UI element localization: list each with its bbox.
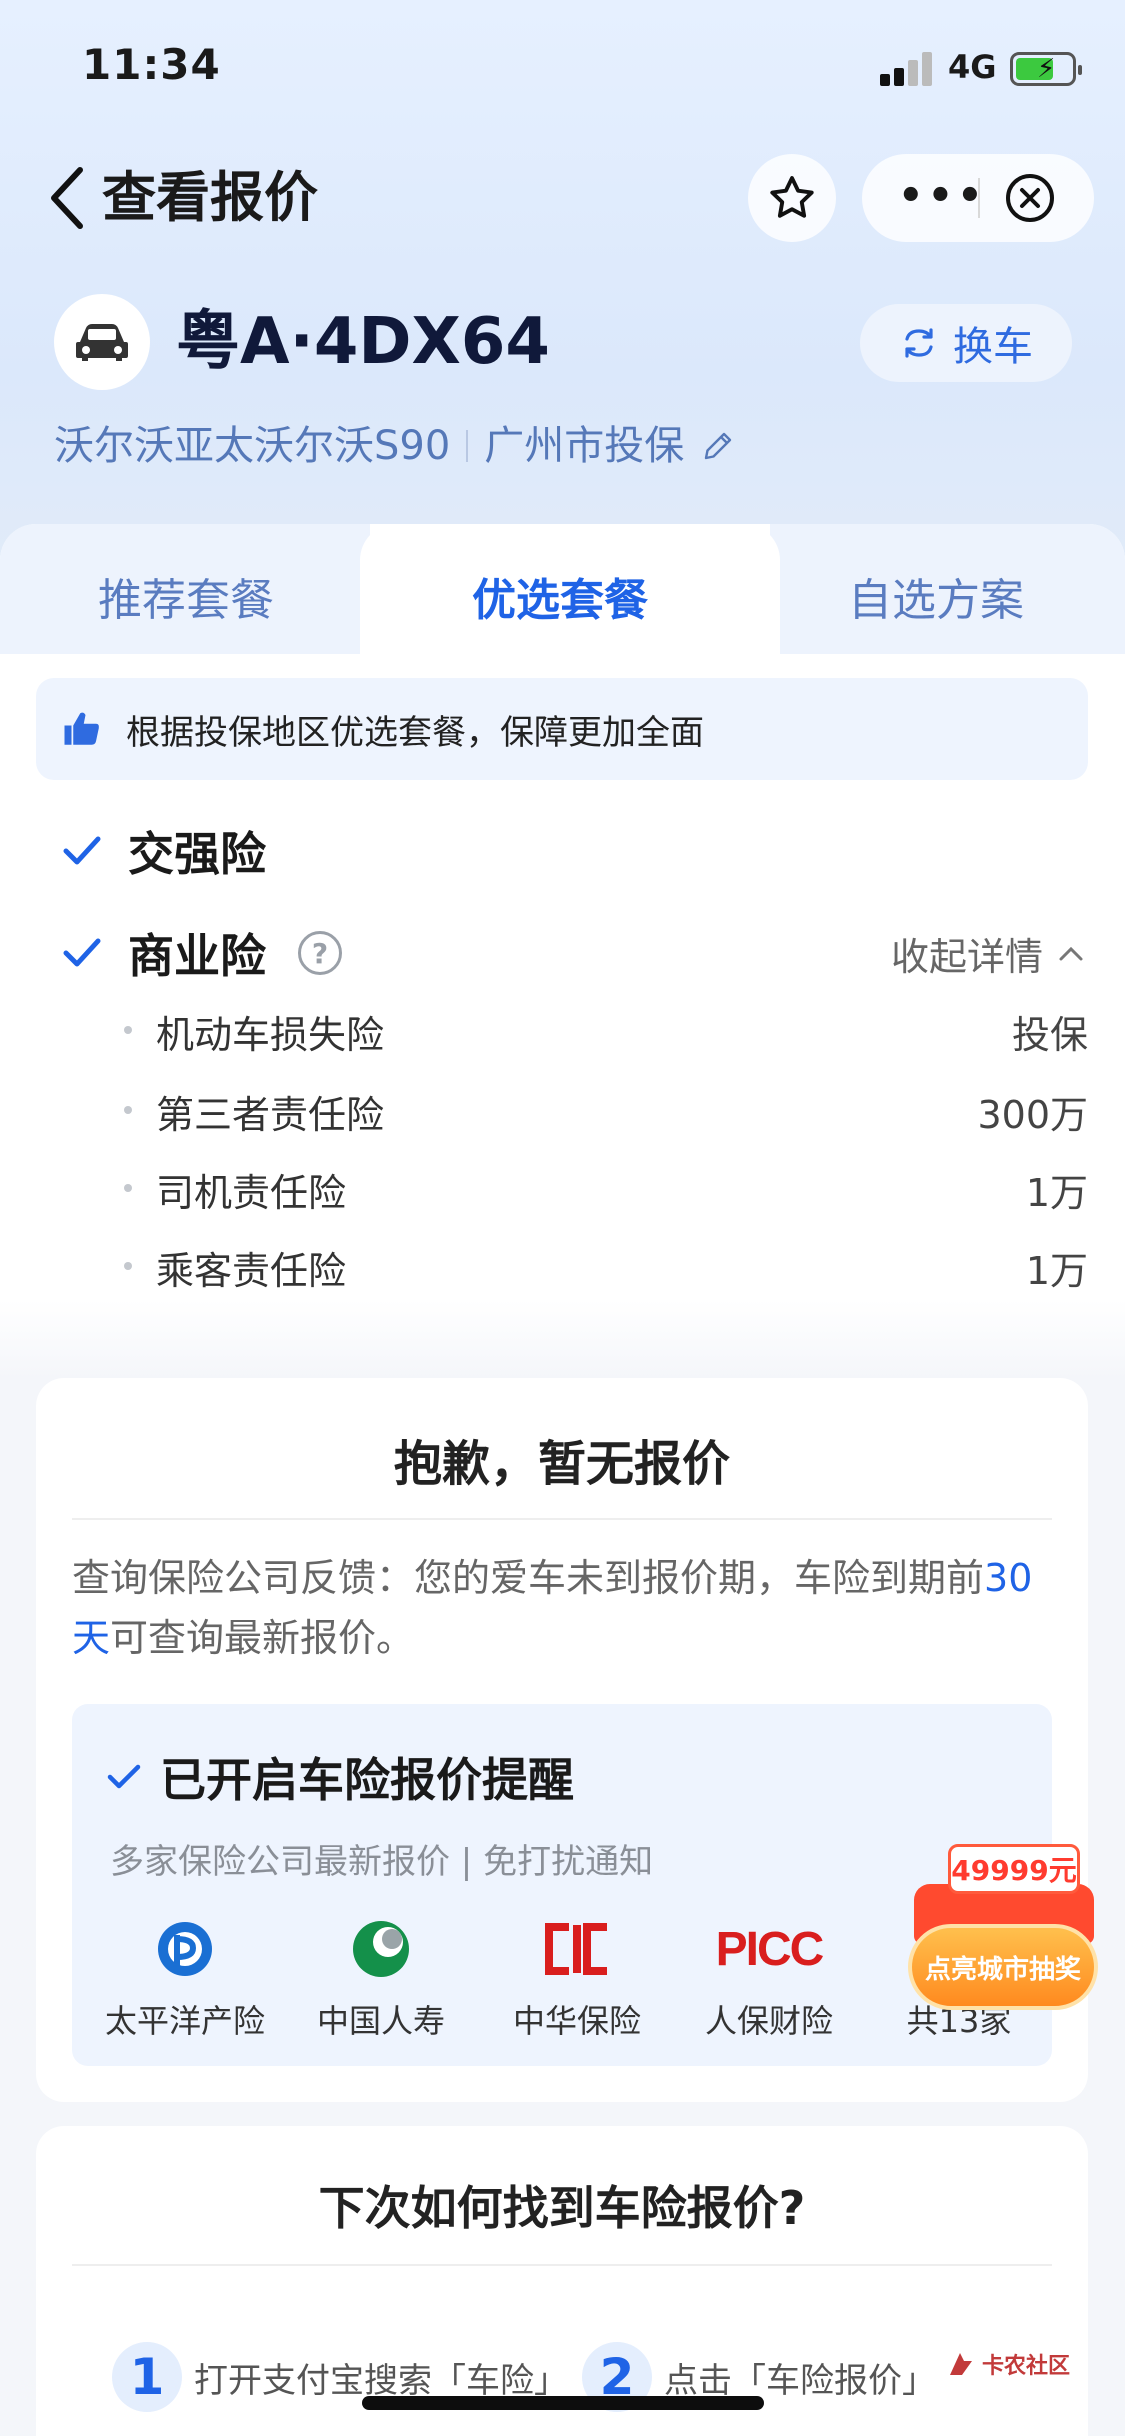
insurer-cic: 中华保险 xyxy=(482,1914,672,2042)
bullet xyxy=(124,1262,132,1270)
bullet xyxy=(124,1026,132,1034)
insurer-picc: PICC 人保财险 xyxy=(674,1914,864,2042)
collapse-details-button[interactable]: 收起详情 xyxy=(891,926,1085,981)
status-time: 11:34 xyxy=(82,40,221,89)
coverage-item-name: 机动车损失险 xyxy=(156,1013,385,1057)
insurer-name: 中华保险 xyxy=(512,2002,641,2040)
desc-text: 查询保险公司反馈：您的爱车未到报价期，车险到期前 xyxy=(72,1556,985,1600)
coverage-item: 司机责任险 1万 xyxy=(124,1162,1088,1217)
howto-title: 下次如何找到车险报价? xyxy=(318,2181,806,2235)
commercial-label: 商业险 xyxy=(128,929,266,983)
signal-icon xyxy=(880,52,940,86)
cpic-logo-icon xyxy=(158,1922,212,1976)
no-quote-desc: 查询保险公司反馈：您的爱车未到报价期，车险到期前30天可查询最新报价。 xyxy=(72,1548,1062,1668)
china-life-logo-icon xyxy=(353,1921,409,1977)
tip-banner: 根据投保地区优选套餐，保障更加全面 xyxy=(36,678,1088,780)
help-icon[interactable]: ? xyxy=(298,931,342,975)
star-icon xyxy=(770,176,814,218)
more-button[interactable]: ••• xyxy=(898,176,987,216)
tip-text: 根据投保地区优选套餐，保障更加全面 xyxy=(126,712,704,753)
tab-recommended[interactable]: 推荐套餐 xyxy=(98,564,274,628)
coverage-item: 乘客责任险 1万 xyxy=(124,1240,1088,1295)
coverage-item-value: 1万 xyxy=(1025,1171,1088,1215)
page-title: 查看报价 xyxy=(102,166,318,229)
tab-custom[interactable]: 自选方案 xyxy=(848,564,1024,628)
swap-icon xyxy=(905,328,933,358)
insure-location: 广州市投保 xyxy=(484,423,685,469)
check-icon xyxy=(63,938,101,967)
mini-program-capsule: ••• xyxy=(862,154,1094,242)
car-avatar xyxy=(54,294,150,390)
compulsory-label: 交强险 xyxy=(128,827,266,881)
coverage-item-name: 司机责任险 xyxy=(156,1171,347,1215)
promo-label: 点亮城市抽奖 xyxy=(908,1924,1098,2010)
section-fade xyxy=(0,1300,1125,1380)
watermark-logo-icon xyxy=(950,2353,972,2375)
bullet xyxy=(124,1106,132,1114)
commercial-row[interactable]: 商业险 ? xyxy=(60,920,342,986)
bullet xyxy=(124,1184,132,1192)
switch-car-button[interactable]: 换车 xyxy=(860,304,1072,382)
desc-text-end: 可查询最新报价。 xyxy=(110,1616,415,1660)
divider xyxy=(72,2264,1052,2266)
home-indicator xyxy=(362,2396,764,2410)
back-button[interactable] xyxy=(44,162,92,234)
reminder-header: 已开启车险报价提醒 xyxy=(106,1744,574,1810)
tab-preferred[interactable]: 优选套餐 xyxy=(472,564,648,628)
compulsory-row[interactable]: 交强险 xyxy=(60,818,266,884)
insurer-china-life: 中国人寿 xyxy=(286,1914,476,2042)
step-number: 1 xyxy=(112,2342,182,2412)
switch-car-label: 换车 xyxy=(953,324,1033,370)
chevron-up-icon xyxy=(1059,946,1083,960)
insurer-cpic: 太平洋产险 xyxy=(90,1914,280,2042)
license-plate: 粤A·4DX64 xyxy=(176,305,550,379)
status-bar: 11:34 4G ⚡ xyxy=(0,0,1125,130)
edit-icon[interactable] xyxy=(700,428,736,464)
car-icon xyxy=(76,324,128,361)
car-model: 沃尔沃亚太沃尔沃S90 xyxy=(54,423,451,469)
close-button[interactable] xyxy=(1004,172,1056,224)
step-text: 点击「车险报价」 xyxy=(664,2360,936,2401)
chevron-left-icon xyxy=(51,167,83,229)
step-text: 打开支付宝搜索「车险」 xyxy=(194,2360,568,2401)
collapse-label: 收起详情 xyxy=(890,935,1043,979)
reminder-title: 已开启车险报价提醒 xyxy=(160,1753,574,1807)
insurer-name: 人保财险 xyxy=(704,2002,833,2040)
coverage-item-name: 第三者责任险 xyxy=(156,1093,385,1137)
network-type: 4G xyxy=(948,48,997,86)
coverage-item: 机动车损失险 投保 xyxy=(124,1004,1088,1059)
insurer-name: 中国人寿 xyxy=(316,2002,445,2040)
capsule-divider xyxy=(978,178,980,218)
promo-amount: 49999元 xyxy=(948,1844,1080,1894)
coverage-item-value: 投保 xyxy=(1011,1013,1088,1057)
plan-tabs: 推荐套餐 优选套餐 自选方案 xyxy=(0,524,1125,654)
insurer-name: 太平洋产险 xyxy=(104,2002,265,2040)
howto-card: 下次如何找到车险报价? 1 打开支付宝搜索「车险」 2 点击「车险报价」 xyxy=(36,2126,1088,2436)
watermark: 卡农社区 xyxy=(946,2348,1070,2380)
reminder-subtitle: 多家保险公司最新报价 | 免打扰通知 xyxy=(110,1842,654,1882)
picc-logo-icon: PICC xyxy=(715,1922,825,1976)
divider xyxy=(72,1518,1052,1520)
check-icon xyxy=(63,836,101,865)
battery-icon: ⚡ xyxy=(1010,52,1082,86)
favorite-button[interactable] xyxy=(748,154,836,242)
check-icon xyxy=(107,1764,141,1789)
lottery-promo-button[interactable]: 49999元 点亮城市抽奖 xyxy=(904,1840,1100,2020)
meta-divider xyxy=(466,430,469,462)
watermark-text: 卡农社区 xyxy=(982,2354,1071,2379)
coverage-item-name: 乘客责任险 xyxy=(156,1249,347,1293)
car-meta[interactable]: 沃尔沃亚太沃尔沃S90 广州市投保 xyxy=(54,420,736,472)
thumbs-up-icon xyxy=(64,712,99,745)
no-quote-title: 抱歉，暂无报价 xyxy=(393,1436,730,1492)
coverage-item-value: 1万 xyxy=(1025,1249,1088,1293)
cic-logo-icon xyxy=(545,1923,607,1975)
coverage-item-value: 300万 xyxy=(977,1093,1088,1137)
coverage-item: 第三者责任险 300万 xyxy=(124,1084,1088,1139)
